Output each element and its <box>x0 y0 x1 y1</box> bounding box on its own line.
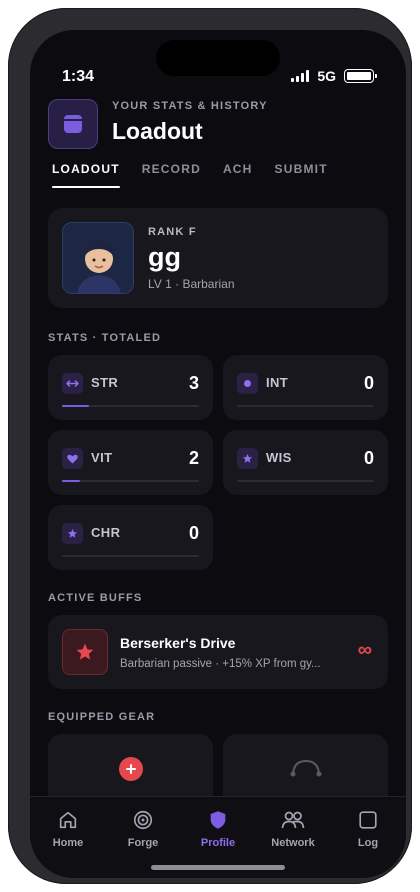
page-title: Loadout <box>112 118 203 144</box>
stat-progress <box>62 555 199 557</box>
stat-card-wis[interactable]: WIS 0 <box>223 430 388 495</box>
buff-title: Berserker's Drive <box>120 635 236 651</box>
stat-progress-fill <box>62 480 80 482</box>
add-icon <box>119 757 143 781</box>
heart-icon <box>62 448 83 469</box>
app-screen: 1:34 5G YOUR STATS & HISTORY Loadout LOA… <box>30 30 406 878</box>
signal-icon <box>291 70 310 82</box>
page-kicker: YOUR STATS & HISTORY <box>112 100 268 112</box>
nav-log[interactable]: Log <box>338 807 398 849</box>
nav-home[interactable]: Home <box>38 807 98 849</box>
buffs-section-title: ACTIVE BUFFS <box>48 592 143 604</box>
stat-card-chr[interactable]: CHR 0 <box>48 505 213 570</box>
stat-label: WIS <box>266 450 292 465</box>
star-icon <box>237 448 258 469</box>
network-label: 5G <box>317 68 336 84</box>
tab-loadout[interactable]: LOADOUT <box>52 162 120 188</box>
tab-submit[interactable]: SUBMIT <box>275 162 328 188</box>
home-indicator <box>151 865 285 870</box>
tab-record[interactable]: RECORD <box>142 162 201 188</box>
stat-value: 0 <box>188 523 199 543</box>
star-icon <box>62 523 83 544</box>
calendar-icon <box>48 99 98 149</box>
stat-label: STR <box>91 375 119 390</box>
nav-label: Network <box>271 837 315 849</box>
nav-profile[interactable]: Profile <box>188 807 248 849</box>
dynamic-island <box>156 40 280 76</box>
nav-label: Profile <box>200 837 236 849</box>
player-level: LV 1 · Barbarian <box>148 277 235 291</box>
nav-label: Home <box>52 837 84 849</box>
stat-card-int[interactable]: INT 0 <box>223 355 388 420</box>
stats-section-title: STATS · TOTALED <box>48 332 162 344</box>
dot-icon <box>237 373 258 394</box>
player-name: gg <box>148 242 181 272</box>
stat-value: 0 <box>363 373 374 393</box>
stat-label: VIT <box>91 450 113 465</box>
battery-icon <box>344 69 377 83</box>
stat-card-str[interactable]: STR 3 <box>48 355 213 420</box>
rank-label: RANK F <box>148 226 197 238</box>
headphones-icon <box>290 759 322 777</box>
people-icon <box>263 807 323 833</box>
gear-section-title: EQUIPPED GEAR <box>48 711 156 723</box>
avatar-image <box>63 223 133 293</box>
nav-label: Log <box>357 837 379 849</box>
status-indicators: 5G <box>291 68 377 84</box>
shield-icon <box>188 807 248 833</box>
profile-card[interactable]: RANK F gg LV 1 · Barbarian <box>48 208 388 308</box>
buff-description: Barbarian passive · +15% XP from gy... <box>120 658 321 670</box>
stat-value: 2 <box>188 448 199 468</box>
tab-ach[interactable]: ACH <box>223 162 253 188</box>
buff-card[interactable]: Berserker's Drive Barbarian passive · +1… <box>48 615 388 689</box>
stat-label: CHR <box>91 525 121 540</box>
nav-network[interactable]: Network <box>263 807 323 849</box>
square-icon <box>338 807 398 833</box>
stat-card-vit[interactable]: VIT 2 <box>48 430 213 495</box>
nav-forge[interactable]: Forge <box>113 807 173 849</box>
target-icon <box>113 807 173 833</box>
stat-value: 0 <box>363 448 374 468</box>
nav-label: Forge <box>127 837 159 849</box>
stat-progress <box>62 405 199 407</box>
stat-value: 3 <box>188 373 199 393</box>
stat-progress <box>237 480 374 482</box>
status-time: 1:34 <box>62 68 95 85</box>
swap-arrows-icon <box>62 373 83 394</box>
buff-duration: ∞ <box>357 639 372 661</box>
stat-label: INT <box>266 375 289 390</box>
phone-frame: 1:34 5G YOUR STATS & HISTORY Loadout LOA… <box>8 8 412 884</box>
star-icon <box>62 629 108 675</box>
stat-progress-fill <box>62 405 90 407</box>
tab-bar: LOADOUT RECORD ACH SUBMIT <box>52 162 350 188</box>
stat-progress <box>62 480 199 482</box>
home-icon <box>38 807 98 833</box>
stat-progress <box>237 405 374 407</box>
avatar <box>62 222 134 294</box>
